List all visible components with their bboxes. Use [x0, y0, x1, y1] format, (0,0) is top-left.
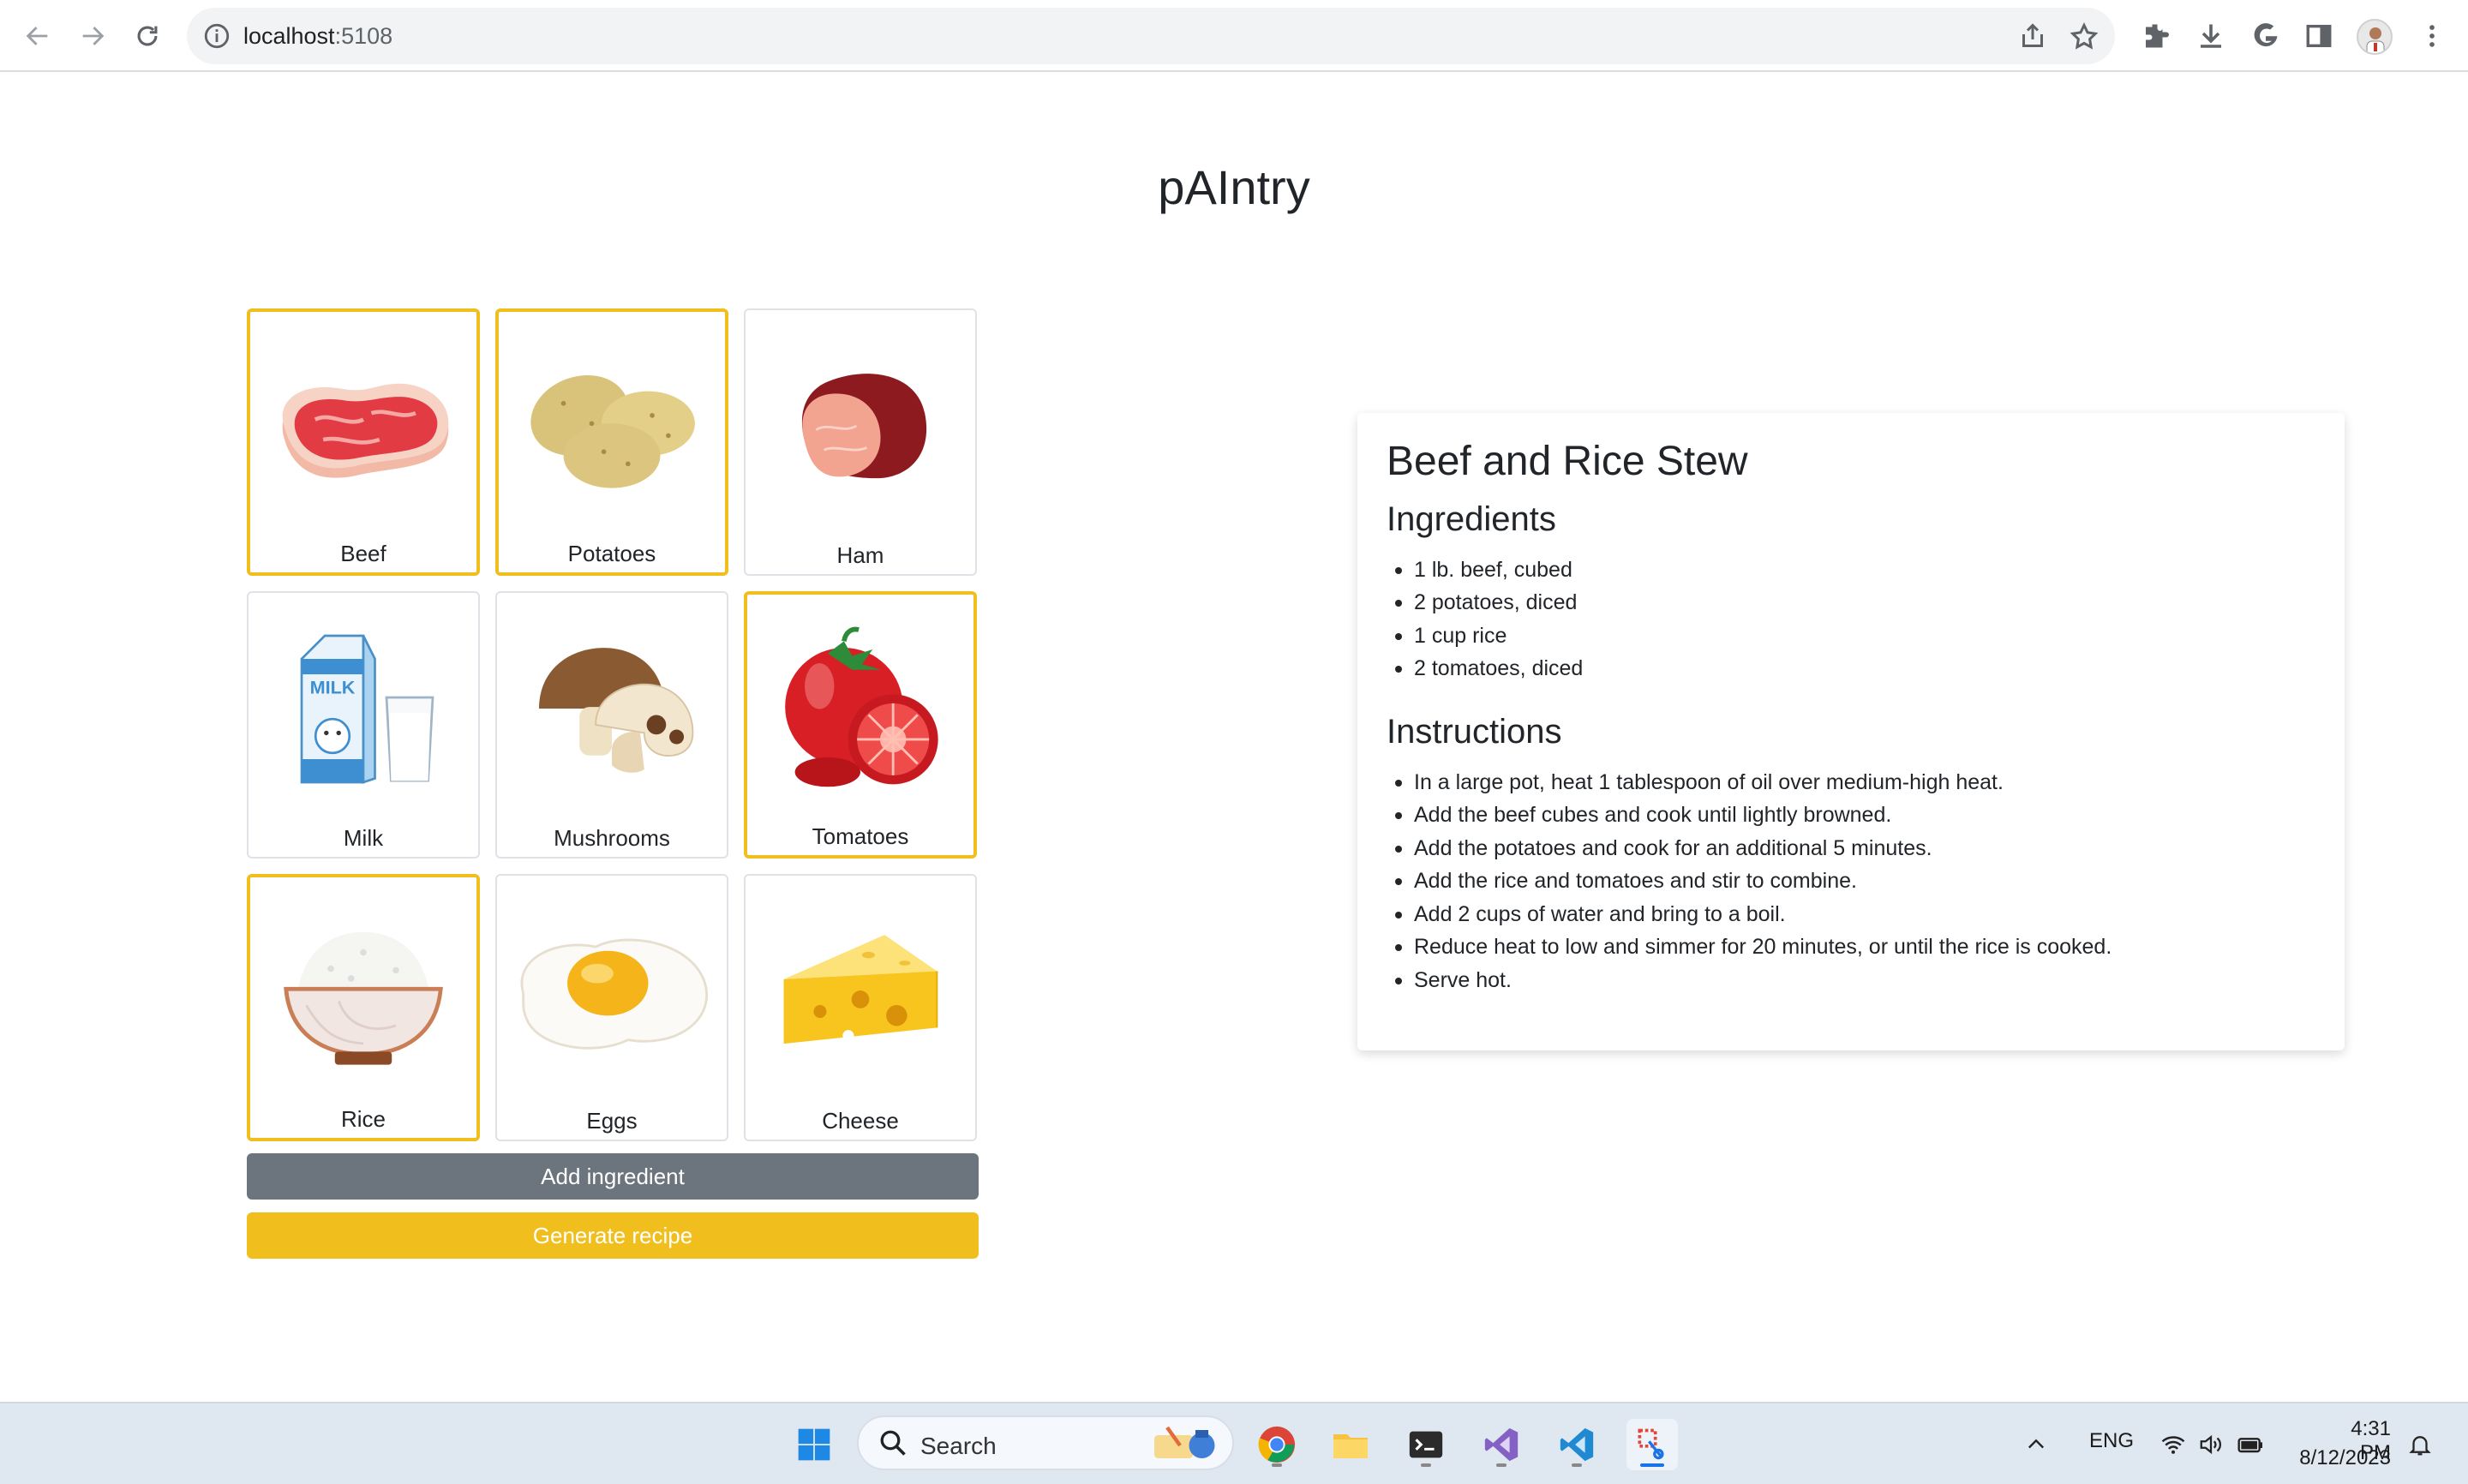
ham-icon [801, 374, 927, 479]
ingredients-heading: Ingredients [1387, 500, 1556, 538]
snipping-tool-icon[interactable] [1626, 1419, 1678, 1470]
list-item: Add the beef cubes and cook until lightl… [1387, 799, 2315, 832]
url-text: localhost:5108 [243, 23, 392, 50]
add-ingredient-button[interactable]: Add ingredient [247, 1153, 979, 1200]
file-explorer-icon[interactable] [1325, 1419, 1376, 1470]
svg-text:MILK: MILK [310, 676, 356, 697]
person-icon [2366, 27, 2385, 53]
ingredient-label: Potatoes [567, 541, 656, 566]
chevron-up-icon[interactable] [2019, 1419, 2053, 1470]
ingredient-label: Milk [343, 825, 384, 851]
arrow-right-icon [82, 27, 105, 45]
ingredient-card-tomatoes[interactable]: Tomatoes [744, 591, 977, 859]
page-title: pAIntry [1158, 160, 1310, 214]
list-item: 2 tomatoes, diced [1387, 652, 2315, 685]
info-icon[interactable] [202, 21, 231, 51]
reload-icon [137, 26, 158, 46]
volume-icon[interactable] [2194, 1419, 2228, 1470]
ingredient-card-beef[interactable]: Beef [247, 308, 480, 576]
bookmark-star-icon[interactable] [2069, 21, 2100, 52]
visual-studio-icon[interactable] [1476, 1419, 1527, 1470]
vscode-icon[interactable] [1551, 1419, 1602, 1470]
potatoes-icon [530, 374, 695, 488]
beef-steak-icon [282, 383, 449, 478]
milk-carton-icon: MILK [300, 634, 434, 784]
list-item: 2 potatoes, diced [1387, 586, 2315, 619]
instructions-heading: Instructions [1387, 712, 1562, 751]
side-panel-icon[interactable] [2302, 19, 2336, 53]
ingredient-card-milk[interactable]: MILK Milk [247, 591, 480, 859]
terminal-icon[interactable] [1400, 1419, 1452, 1470]
list-item: Reduce heat to low and simmer for 20 min… [1387, 930, 2315, 964]
list-item: In a large pot, heat 1 tablespoon of oil… [1387, 766, 2315, 799]
search-placeholder: Search [920, 1433, 997, 1459]
share-icon[interactable] [2017, 21, 2048, 52]
extensions-icon[interactable] [2139, 19, 2173, 53]
generate-recipe-button[interactable]: Generate recipe [247, 1212, 979, 1259]
windows-taskbar: ENG 4:31 PM 8/12/2023 [0, 1402, 2468, 1484]
chrome-icon[interactable] [1251, 1419, 1303, 1470]
url-host: localhost [243, 23, 335, 49]
google-icon[interactable] [2249, 19, 2283, 53]
ingredient-card-eggs[interactable]: Eggs [495, 874, 728, 1141]
ingredient-label: Tomatoes [812, 823, 909, 849]
taskbar-search[interactable]: Search [857, 1415, 1234, 1470]
language-indicator[interactable]: ENG [2089, 1429, 2134, 1453]
cheese-icon [783, 935, 938, 1044]
clock-date[interactable]: 8/12/2023 [2297, 1446, 2391, 1470]
notification-bell-icon[interactable] [2401, 1419, 2439, 1470]
rice-bowl-icon [284, 931, 443, 1065]
list-item: 1 lb. beef, cubed [1387, 554, 2315, 587]
list-item: Add the rice and tomatoes and stir to co… [1387, 865, 2315, 898]
ingredient-label: Mushrooms [554, 825, 670, 851]
recipe-title: Beef and Rice Stew [1387, 439, 1748, 484]
ingredient-grid: Beef Potatoes Ham MILK Milk Mushrooms To… [247, 308, 979, 1141]
search-icon [880, 1430, 906, 1456]
forward-button[interactable] [74, 17, 111, 55]
tomatoes-icon [785, 626, 938, 787]
back-button[interactable] [19, 17, 57, 55]
search-highlight-icon [1154, 1426, 1215, 1458]
profile-avatar[interactable] [2357, 19, 2393, 55]
url-port: :5108 [334, 23, 393, 49]
reload-button[interactable] [129, 17, 166, 55]
ingredient-card-ham[interactable]: Ham [744, 308, 977, 576]
recipe-card: Beef and Rice Stew Ingredients 1 lb. bee… [1357, 413, 2345, 1050]
list-item: 1 cup rice [1387, 619, 2315, 653]
browser-toolbar: localhost:5108 [0, 0, 2468, 72]
ingredient-card-mushrooms[interactable]: Mushrooms [495, 591, 728, 859]
ingredient-card-cheese[interactable]: Cheese [744, 874, 977, 1141]
ingredient-label: Beef [340, 541, 386, 566]
list-item: Add the potatoes and cook for an additio… [1387, 832, 2315, 865]
recipe-ingredients-list: 1 lb. beef, cubed 2 potatoes, diced 1 cu… [1387, 554, 2315, 685]
ingredient-card-potatoes[interactable]: Potatoes [495, 308, 728, 576]
ingredient-label: Rice [340, 1106, 386, 1132]
menu-kebab-icon[interactable] [2415, 19, 2449, 53]
arrow-left-icon [26, 27, 48, 45]
list-item: Serve hot. [1387, 964, 2315, 997]
ingredient-label: Eggs [586, 1108, 638, 1134]
battery-icon[interactable] [2231, 1419, 2269, 1470]
address-bar[interactable]: localhost:5108 [187, 8, 2115, 64]
wifi-icon[interactable] [2156, 1419, 2190, 1470]
ingredient-label: Ham [836, 542, 884, 568]
ingredient-card-rice[interactable]: Rice [247, 874, 480, 1141]
list-item: Add 2 cups of water and bring to a boil. [1387, 898, 2315, 931]
download-icon[interactable] [2194, 19, 2228, 53]
windows-start-icon[interactable] [788, 1419, 840, 1470]
recipe-instructions-list: In a large pot, heat 1 tablespoon of oil… [1387, 766, 2315, 997]
fried-egg-icon [520, 938, 708, 1050]
ingredient-label: Cheese [822, 1108, 899, 1134]
mushrooms-icon [539, 648, 694, 773]
